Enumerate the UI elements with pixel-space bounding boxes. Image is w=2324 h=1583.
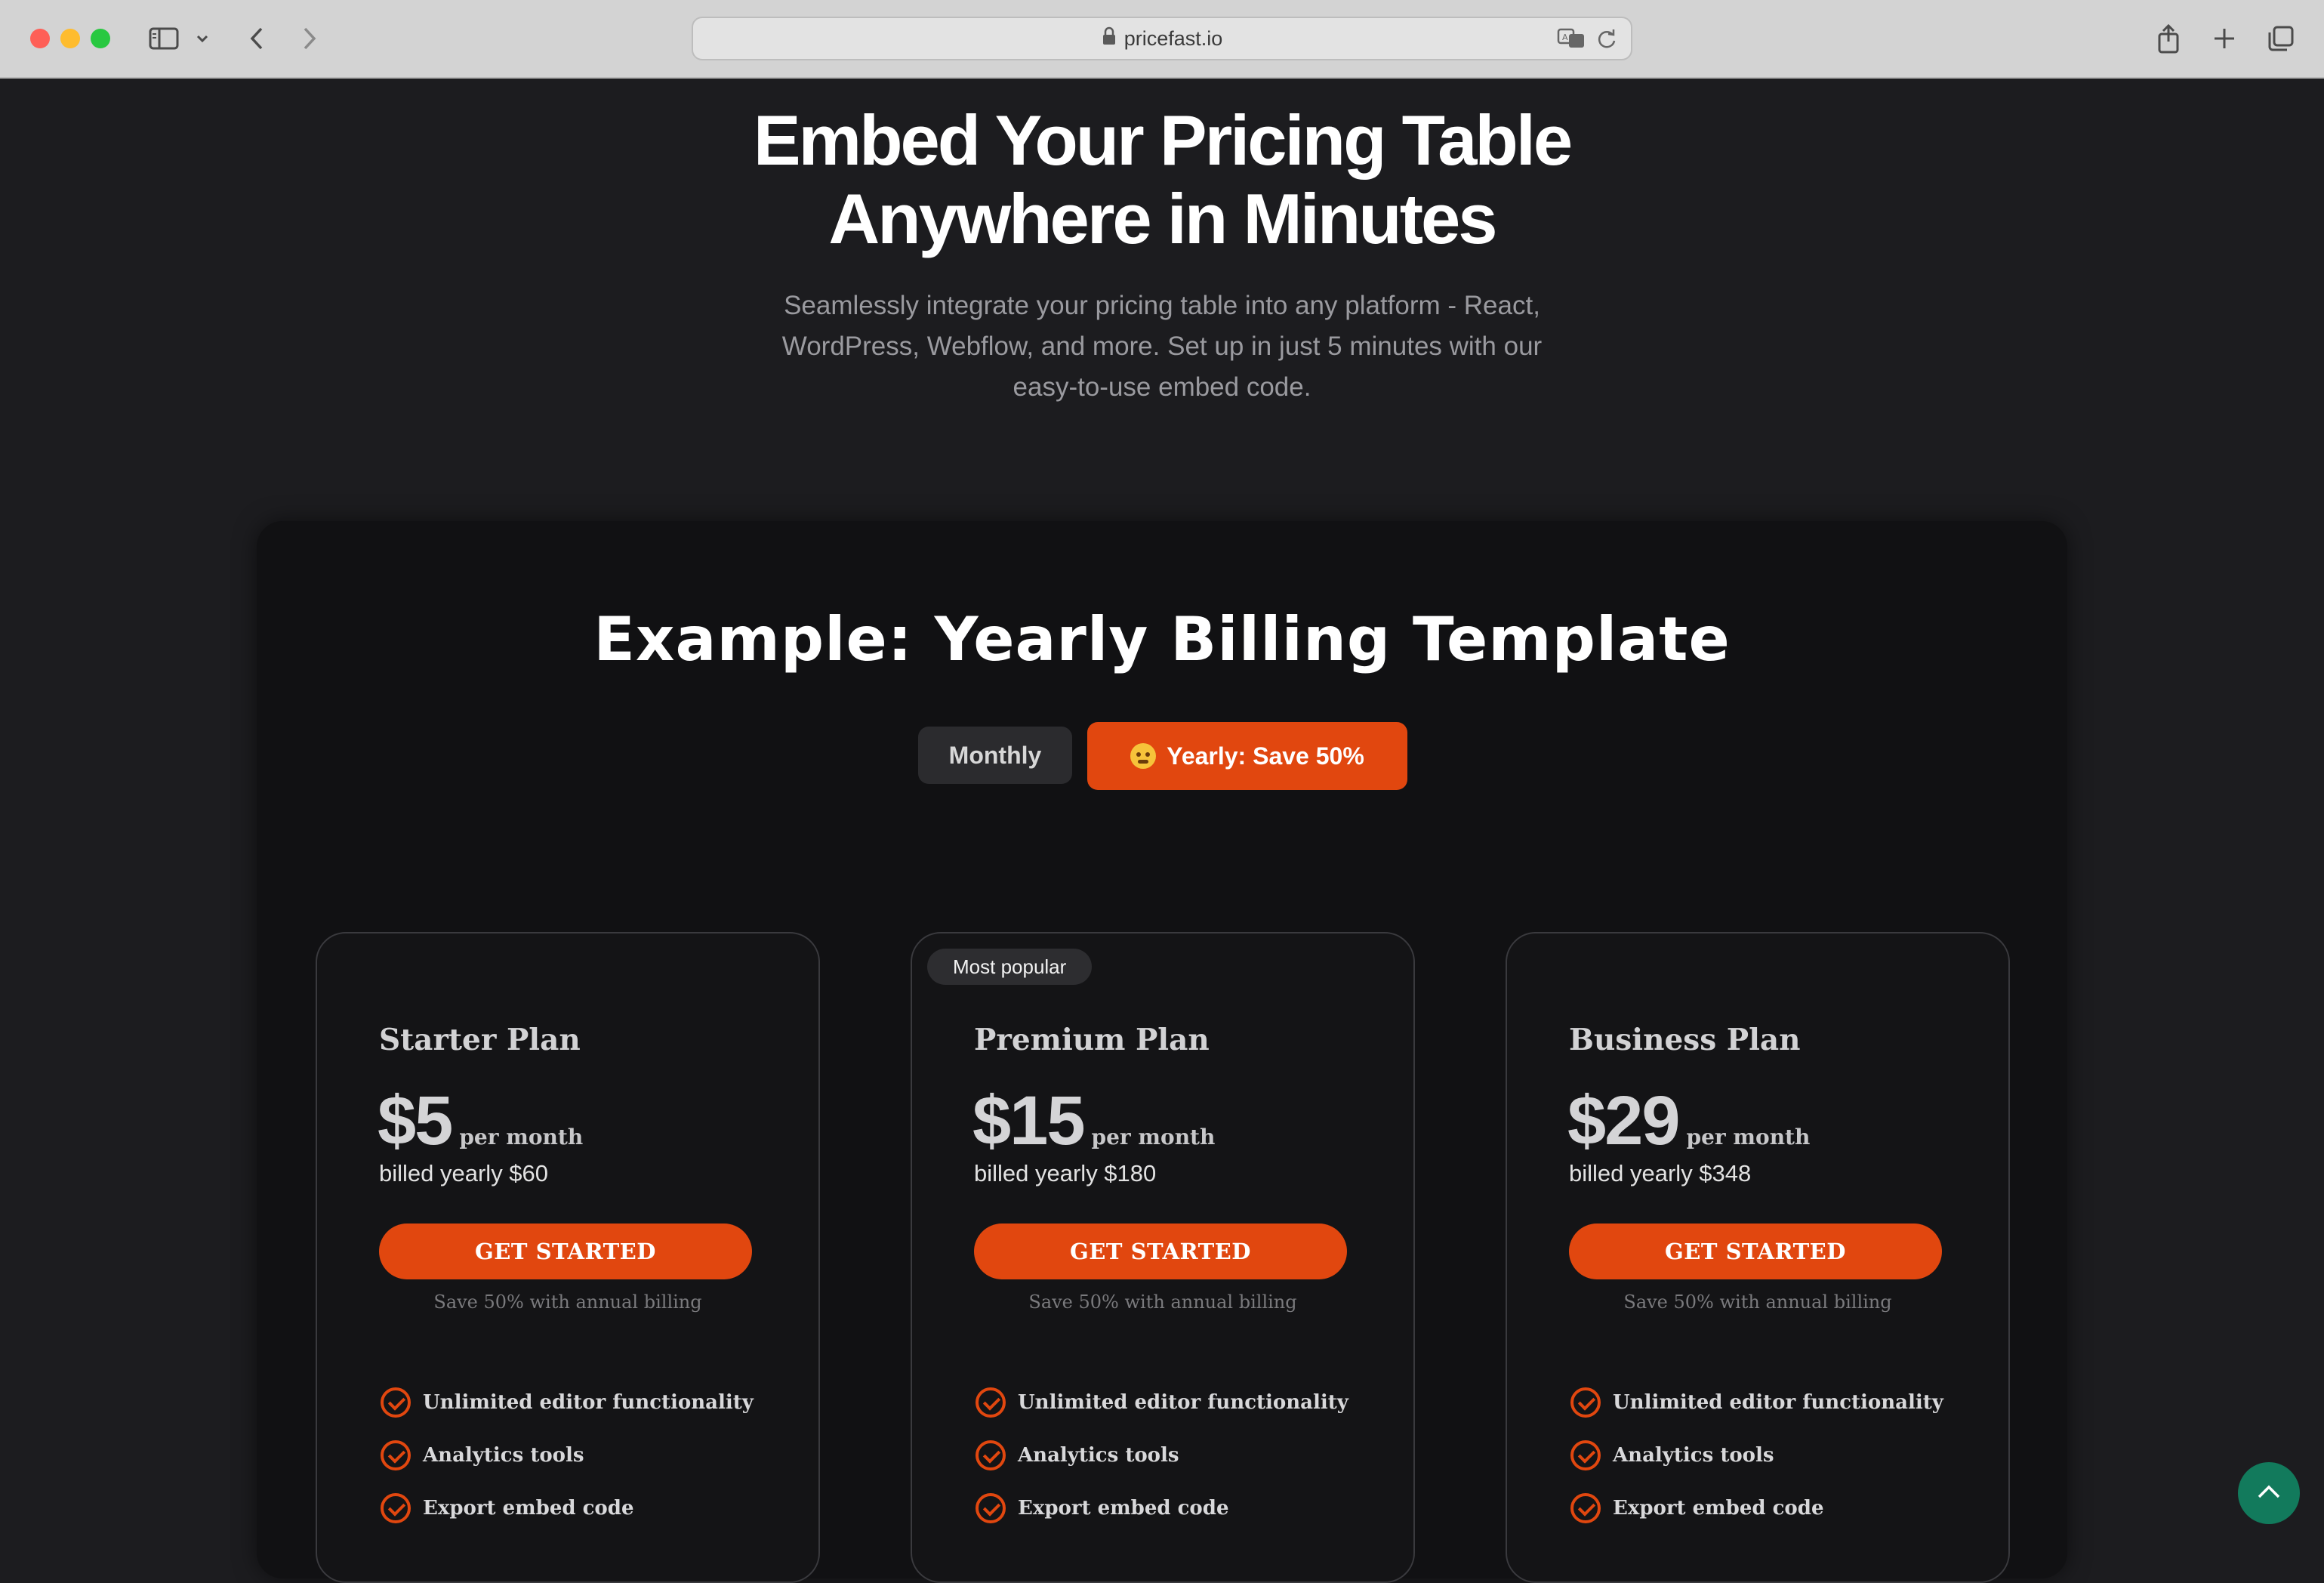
billed-yearly-text: billed yearly $348 [1569, 1160, 1752, 1186]
example-title: Example: Yearly Billing Template [593, 604, 1731, 674]
scroll-to-top-button[interactable] [2238, 1462, 2300, 1524]
price-row: $29 per month [1567, 1082, 1810, 1161]
price-row: $15 per month [972, 1082, 1215, 1161]
sidebar-menu-button[interactable] [193, 21, 211, 56]
feature-label: Unlimited editor functionality [423, 1391, 754, 1414]
feature-label: Export embed code [1018, 1497, 1229, 1520]
save-note: Save 50% with annual billing [1028, 1291, 1297, 1313]
plan-price: $15 [972, 1082, 1085, 1159]
hero-title-line: Anywhere in Minutes [828, 179, 1497, 258]
feature-item: Unlimited editor functionality [381, 1376, 754, 1429]
feature-item: Unlimited editor functionality [1570, 1376, 1943, 1429]
feature-item: Analytics tools [381, 1429, 754, 1482]
plan-name: Premium Plan [974, 1023, 1210, 1057]
monthly-toggle-button[interactable]: Monthly [918, 727, 1072, 784]
hero-subtitle: Seamlessly integrate your pricing table … [740, 285, 1584, 408]
save-note: Save 50% with annual billing [433, 1291, 702, 1313]
get-started-button[interactable]: GET STARTED [974, 1224, 1347, 1279]
check-circle-icon [976, 1387, 1006, 1418]
tab-overview-button[interactable] [2265, 21, 2297, 56]
sidebar-toggle-button[interactable] [145, 21, 183, 56]
feature-label: Analytics tools [1613, 1444, 1774, 1467]
monthly-toggle-label: Monthly [948, 741, 1042, 769]
pricing-card-starter: Starter Plan $5 per month billed yearly … [316, 932, 820, 1583]
hero-subtitle-line: Seamlessly integrate your pricing table … [784, 291, 1540, 320]
feature-list: Unlimited editor functionality Analytics… [976, 1376, 1348, 1535]
feature-item: Unlimited editor functionality [976, 1376, 1348, 1429]
price-period: per month [459, 1125, 584, 1149]
feature-item: Export embed code [381, 1482, 754, 1535]
plan-name: Starter Plan [379, 1023, 581, 1057]
pricing-example-panel: Example: Yearly Billing Template Monthly… [257, 521, 2067, 1583]
hero-title: Embed Your Pricing Table Anywhere in Min… [0, 101, 2324, 258]
maximize-window-button[interactable] [91, 29, 110, 48]
billed-yearly-text: billed yearly $60 [379, 1160, 549, 1186]
hero-subtitle-line: easy-to-use embed code. [1013, 372, 1311, 402]
check-circle-icon [1570, 1387, 1601, 1418]
url-text: pricefast.io [1123, 26, 1223, 50]
get-started-button[interactable]: GET STARTED [379, 1224, 752, 1279]
billed-yearly-text: billed yearly $180 [974, 1160, 1157, 1186]
save-note: Save 50% with annual billing [1623, 1291, 1892, 1313]
lock-icon [1102, 26, 1117, 51]
feature-item: Analytics tools [976, 1429, 1348, 1482]
hero-title-line: Embed Your Pricing Table [753, 100, 1573, 180]
plan-name: Business Plan [1569, 1023, 1801, 1057]
feature-item: Export embed code [1570, 1482, 1943, 1535]
svg-text:A: A [1562, 32, 1568, 42]
feature-item: Analytics tools [1570, 1429, 1943, 1482]
reload-icon[interactable] [1596, 27, 1617, 54]
feature-label: Export embed code [423, 1497, 634, 1520]
chevron-left-icon [248, 26, 265, 51]
most-popular-badge: Most popular [927, 949, 1093, 985]
forward-button[interactable] [294, 21, 325, 56]
chevron-down-icon [196, 34, 209, 43]
check-circle-icon [381, 1440, 411, 1470]
feature-label: Analytics tools [1018, 1444, 1179, 1467]
back-button[interactable] [242, 21, 272, 56]
address-bar[interactable]: pricefast.io A [692, 17, 1632, 60]
plan-price: $5 [378, 1082, 453, 1159]
check-circle-icon [1570, 1440, 1601, 1470]
price-period: per month [1686, 1125, 1811, 1149]
price-period: per month [1091, 1125, 1216, 1149]
page-content: Embed Your Pricing Table Anywhere in Min… [0, 80, 2324, 1583]
party-face-emoji-icon [1130, 743, 1157, 769]
pricing-card-business: Business Plan $29 per month billed yearl… [1506, 932, 2010, 1583]
share-icon [2156, 23, 2181, 54]
pricing-card-premium: Most popular Premium Plan $15 per month … [911, 932, 1415, 1583]
check-circle-icon [381, 1387, 411, 1418]
feature-list: Unlimited editor functionality Analytics… [381, 1376, 754, 1535]
feature-label: Export embed code [1613, 1497, 1824, 1520]
feature-item: Export embed code [976, 1482, 1348, 1535]
check-circle-icon [976, 1440, 1006, 1470]
chevron-right-icon [301, 26, 318, 51]
feature-label: Unlimited editor functionality [1613, 1391, 1943, 1414]
translate-icon[interactable]: A [1557, 27, 1586, 54]
new-tab-button[interactable] [2209, 21, 2239, 56]
share-button[interactable] [2153, 21, 2184, 56]
check-circle-icon [1570, 1493, 1601, 1523]
check-circle-icon [976, 1493, 1006, 1523]
yearly-toggle-label: Yearly: Save 50% [1167, 742, 1364, 770]
get-started-button[interactable]: GET STARTED [1569, 1224, 1942, 1279]
browser-toolbar: pricefast.io A [0, 0, 2324, 79]
close-window-button[interactable] [30, 29, 50, 48]
plus-icon [2213, 27, 2236, 50]
hero-subtitle-line: WordPress, Webflow, and more. Set up in … [781, 332, 1543, 361]
chevron-up-icon [2256, 1483, 2282, 1504]
yearly-toggle-button[interactable]: Yearly: Save 50% [1087, 722, 1407, 790]
sidebar-icon [149, 26, 179, 51]
feature-list: Unlimited editor functionality Analytics… [1570, 1376, 1943, 1535]
minimize-window-button[interactable] [60, 29, 80, 48]
check-circle-icon [381, 1493, 411, 1523]
feature-label: Unlimited editor functionality [1018, 1391, 1348, 1414]
tabs-overview-icon [2267, 25, 2295, 52]
feature-label: Analytics tools [423, 1444, 584, 1467]
plan-price: $29 [1567, 1082, 1680, 1159]
price-row: $5 per month [378, 1082, 583, 1161]
